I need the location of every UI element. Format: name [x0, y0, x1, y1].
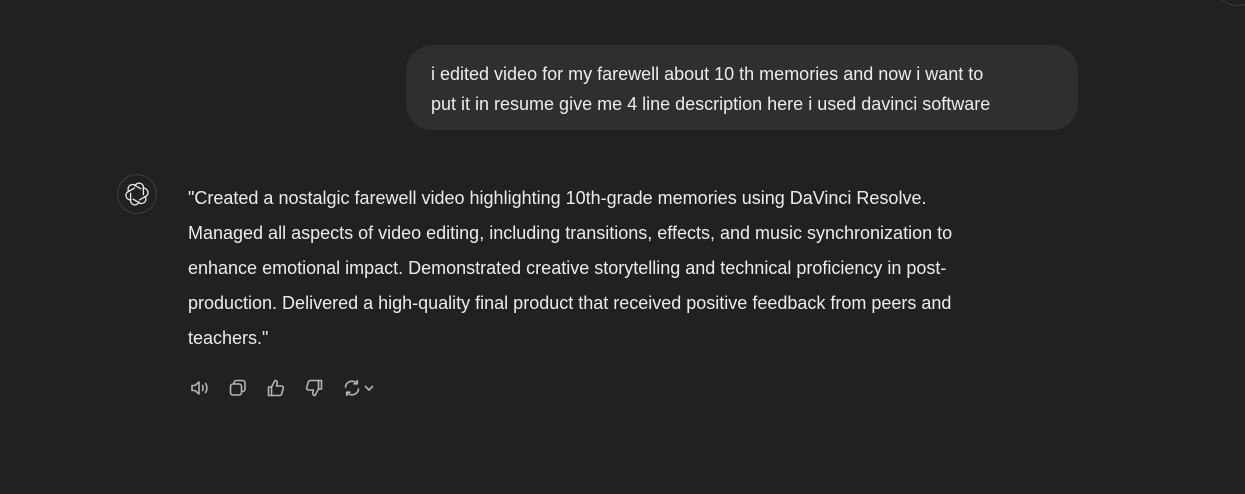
thumbs-down-icon: [305, 379, 323, 397]
assistant-message-line: teachers.": [188, 328, 269, 348]
profile-avatar-edge[interactable]: [1213, 0, 1245, 6]
assistant-message-line: enhance emotional impact. Demonstrated c…: [188, 258, 947, 278]
assistant-message-line: production. Delivered a high-quality fin…: [188, 293, 952, 313]
assistant-message-line: Managed all aspects of video editing, in…: [188, 223, 953, 243]
assistant-avatar: [117, 174, 157, 214]
thumbs-up-button[interactable]: [262, 374, 290, 402]
read-aloud-button[interactable]: [186, 374, 214, 402]
copy-button[interactable]: [224, 374, 252, 402]
assistant-message: "Created a nostalgic farewell video high…: [188, 181, 1068, 356]
user-message-line: i edited video for my farewell about 10 …: [431, 64, 984, 84]
thumbs-up-icon: [267, 379, 285, 397]
copy-icon: [229, 379, 246, 396]
assistant-message-line: "Created a nostalgic farewell video high…: [188, 188, 927, 208]
thumbs-down-button[interactable]: [300, 374, 328, 402]
user-message-line: put it in resume give me 4 line descript…: [431, 94, 991, 114]
regenerate-icon: [344, 379, 360, 397]
chat-area: i edited video for my farewell about 10 …: [0, 0, 1245, 494]
read-aloud-icon: [191, 381, 208, 395]
message-actions: [186, 374, 378, 402]
regenerate-button[interactable]: [338, 374, 378, 402]
user-message-bubble: i edited video for my farewell about 10 …: [406, 45, 1078, 130]
chevron-down-icon: [364, 385, 374, 391]
openai-logo-icon: [125, 182, 149, 206]
